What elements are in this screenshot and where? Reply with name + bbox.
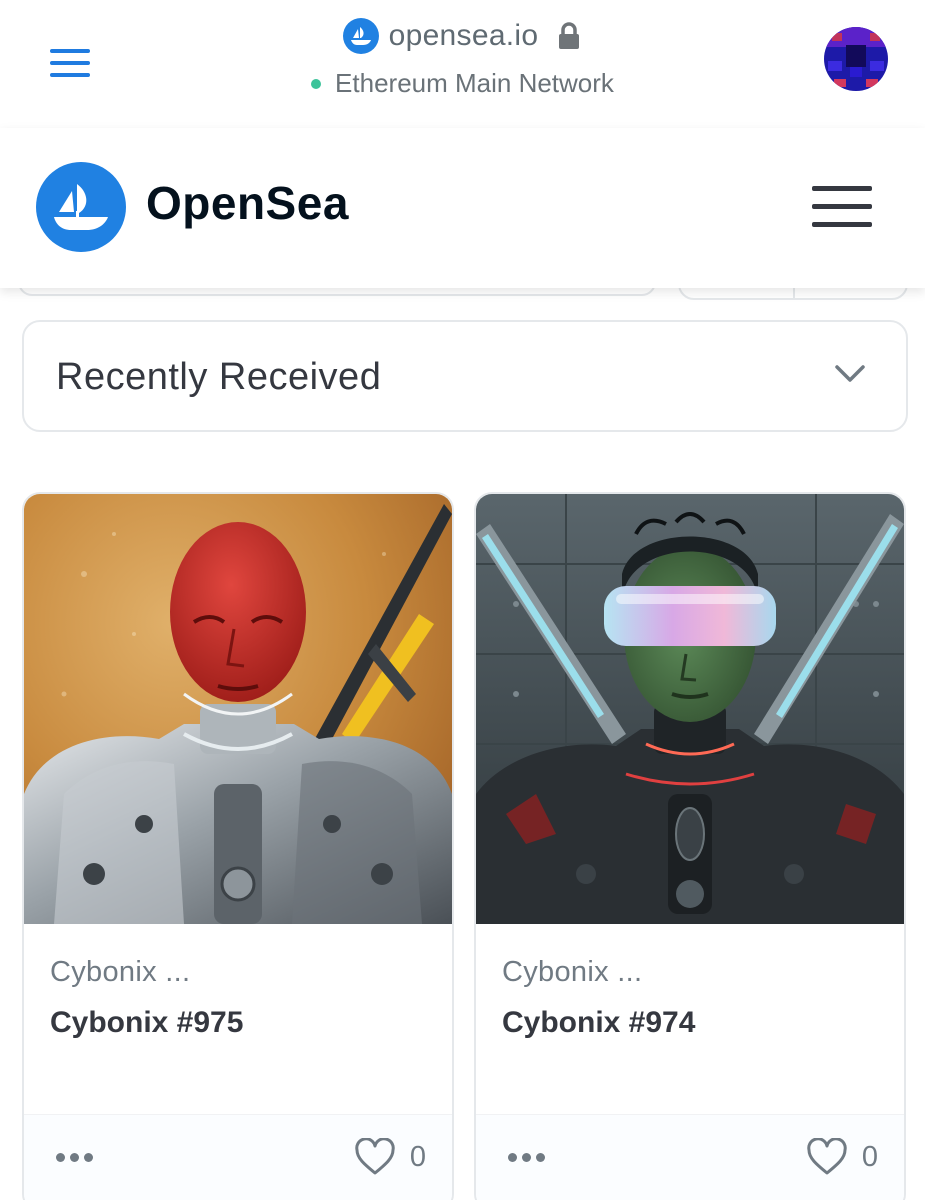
wallet-browser-bar: opensea.io Ethereum Main Network: [0, 0, 925, 128]
opensea-favicon-icon: [342, 18, 379, 54]
favorite-control[interactable]: 0: [354, 1135, 426, 1179]
nft-image[interactable]: [24, 494, 452, 924]
card-item-name: Cybonix #975: [50, 1006, 244, 1039]
more-dots-icon[interactable]: [56, 1149, 102, 1163]
favorite-count: 0: [409, 1140, 426, 1173]
chevron-down-icon: [835, 365, 865, 382]
heart-icon[interactable]: [354, 1138, 396, 1176]
card-item-name: Cybonix #974: [502, 1006, 696, 1039]
card-footer: 0: [24, 1114, 452, 1200]
card-collection-name[interactable]: Cybonix ...: [50, 956, 190, 989]
url-text: opensea.io: [388, 19, 539, 52]
network-status-dot-icon: [311, 78, 322, 89]
sort-selected-value: Recently Received: [56, 356, 382, 398]
nft-card[interactable]: Cybonix ... Cybonix #975 0: [22, 492, 454, 1200]
account-avatar[interactable]: [824, 27, 888, 91]
hamburger-menu-icon[interactable]: [812, 186, 872, 228]
card-collection-name[interactable]: Cybonix ...: [502, 956, 642, 989]
nft-card[interactable]: Cybonix ... Cybonix #974 0: [474, 492, 906, 1200]
sort-dropdown[interactable]: Recently Received: [22, 320, 908, 432]
lock-icon: [559, 22, 580, 49]
brand-name[interactable]: OpenSea: [146, 176, 349, 230]
favorite-control[interactable]: 0: [806, 1135, 878, 1179]
more-dots-icon[interactable]: [508, 1149, 554, 1163]
nft-image[interactable]: [476, 494, 904, 924]
site-header: OpenSea: [0, 128, 925, 288]
heart-icon[interactable]: [806, 1138, 848, 1176]
favorite-count: 0: [861, 1140, 878, 1173]
url-bar[interactable]: opensea.io: [0, 18, 925, 62]
opensea-logo-icon[interactable]: [36, 162, 126, 252]
network-indicator[interactable]: Ethereum Main Network: [0, 68, 925, 99]
network-name: Ethereum Main Network: [335, 68, 614, 98]
card-footer: 0: [476, 1114, 904, 1200]
